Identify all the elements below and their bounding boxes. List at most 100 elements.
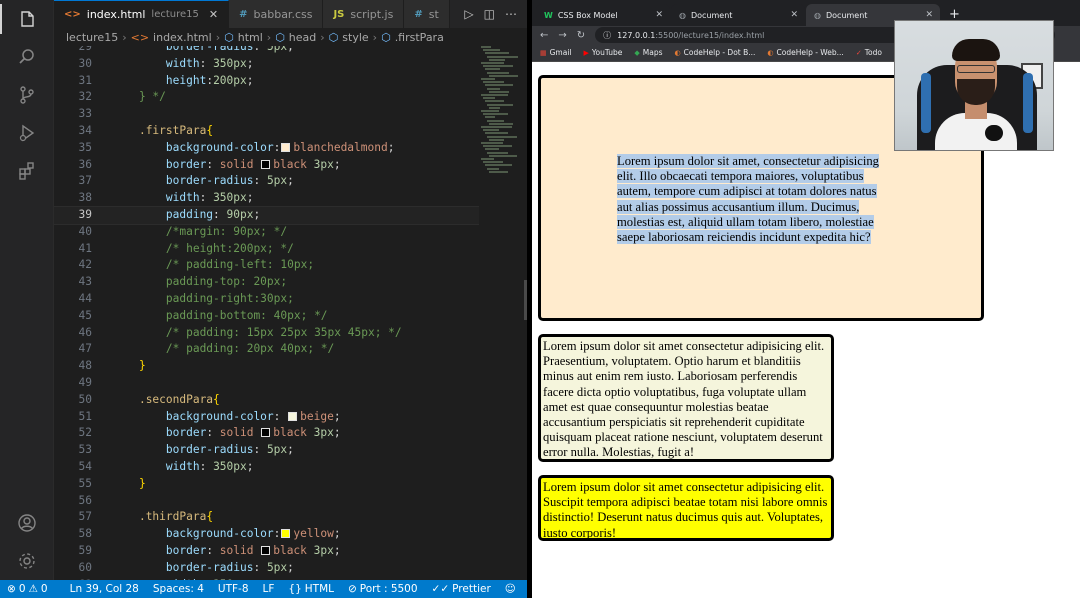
code-line[interactable]: 29 border-radius: 5px; <box>54 46 479 56</box>
code-line[interactable]: 50 .secondPara{ <box>54 392 479 409</box>
code-line[interactable]: 60 border-radius: 5px; <box>54 560 479 577</box>
code-line[interactable]: 42 /* padding-left: 10px; <box>54 257 479 274</box>
chevron-right-icon: › <box>215 30 221 44</box>
code-line[interactable]: 45 padding-bottom: 40px; */ <box>54 308 479 325</box>
line-number: 49 <box>78 376 92 389</box>
code-line[interactable]: 34 .firstPara{ <box>54 123 479 140</box>
code-line[interactable]: 35 background-color: blanchedalmond; <box>54 140 479 157</box>
bookmark-item[interactable]: ◐ CodeHelp - Web... <box>767 48 843 57</box>
minimap[interactable] <box>479 46 519 176</box>
editor-tab-1[interactable]: # babbar.css <box>229 0 324 28</box>
feedback-icon[interactable]: ☺ <box>498 583 523 595</box>
explorer-icon[interactable] <box>0 0 54 38</box>
line-text: .secondPara{ <box>138 392 220 406</box>
color-swatch[interactable] <box>281 529 291 539</box>
code-line[interactable]: 56 <box>54 493 479 510</box>
code-line[interactable]: 37 border-radius: 5px; <box>54 173 479 190</box>
info-icon: ⓘ <box>603 30 612 40</box>
editor-scrollbar[interactable] <box>524 280 527 320</box>
indentation-status[interactable]: Spaces: 4 <box>146 583 211 595</box>
code-line[interactable]: 54 width: 350px; <box>54 459 479 476</box>
code-line[interactable]: 58 background-color: yellow; <box>54 526 479 543</box>
editor-tab-3[interactable]: # st <box>404 0 450 28</box>
account-icon[interactable] <box>0 504 54 542</box>
code-line[interactable]: 47 /* padding: 20px 40px; */ <box>54 341 479 358</box>
eol-status[interactable]: LF <box>256 583 282 595</box>
code-line[interactable]: 49 <box>54 375 479 392</box>
line-number: 33 <box>78 107 92 121</box>
editor-tab-2[interactable]: JS script.js <box>323 0 405 28</box>
color-swatch[interactable] <box>261 159 271 169</box>
search-icon[interactable] <box>0 38 54 76</box>
bookmark-item[interactable]: ▶ YouTube <box>584 48 623 57</box>
color-swatch[interactable] <box>261 428 271 438</box>
code-line[interactable]: 41 /* height:200px; */ <box>54 241 479 258</box>
browser-tab-1[interactable]: ◍ Document ✕ <box>671 4 805 26</box>
breadcrumb-item[interactable]: head <box>289 31 316 44</box>
prettier-status[interactable]: ✓✓ Prettier <box>425 583 498 595</box>
editor-tab-0[interactable]: <> index.html lecture15 ✕ <box>54 0 230 28</box>
encoding-status[interactable]: UTF-8 <box>211 583 256 595</box>
breadcrumb-item[interactable]: lecture15 <box>66 31 118 44</box>
code-line[interactable]: 31 height:200px; <box>54 73 479 90</box>
run-debug-icon[interactable] <box>0 114 54 152</box>
close-icon[interactable]: ✕ <box>655 10 663 20</box>
chevron-right-icon: › <box>372 30 378 44</box>
bookmark-item[interactable]: ◐ CodeHelp - Dot B... <box>675 48 756 57</box>
line-text: height:200px; <box>165 73 254 87</box>
problems-status[interactable]: ⊗ 0 ⚠ 0 <box>0 583 55 595</box>
favicon-icon: W <box>544 10 553 20</box>
forward-arrow-icon[interactable]: → <box>558 30 566 41</box>
code-line[interactable]: 32 } */ <box>54 89 479 106</box>
code-line[interactable]: 39 padding: 90px; <box>54 206 479 225</box>
reload-icon[interactable]: ↻ <box>577 30 585 41</box>
cursor-position[interactable]: Ln 39, Col 28 <box>63 583 146 595</box>
code-line[interactable]: 36 border: solid black 3px; <box>54 157 479 174</box>
code-line[interactable]: 53 border-radius: 5px; <box>54 442 479 459</box>
more-icon[interactable]: ⋯ <box>505 7 517 21</box>
notifications-bell-icon[interactable]: 🔔︎ <box>523 583 527 596</box>
code-line[interactable]: 51 background-color: beige; <box>54 409 479 426</box>
code-line[interactable]: 46 /* padding: 15px 25px 35px 45px; */ <box>54 325 479 342</box>
code-line[interactable]: 43 padding-top: 20px; <box>54 274 479 291</box>
line-text: } <box>138 476 146 490</box>
code-line[interactable]: 33 <box>54 106 479 123</box>
code-area[interactable]: 29 border-radius: 5px; 30 width: 350px; 31… <box>54 46 479 580</box>
code-line[interactable]: 52 border: solid black 3px; <box>54 425 479 442</box>
close-icon[interactable]: ✕ <box>925 10 933 20</box>
language-mode[interactable]: {} HTML <box>281 583 341 595</box>
color-swatch[interactable] <box>261 546 271 555</box>
breadcrumb-item[interactable]: style <box>342 31 368 44</box>
code-line[interactable]: 57 .thirdPara{ <box>54 509 479 526</box>
code-line[interactable]: 30 width: 350px; <box>54 56 479 73</box>
source-control-icon[interactable] <box>0 76 54 114</box>
editor-tab-label: script.js <box>350 7 394 21</box>
code-line[interactable]: 48 } <box>54 358 479 375</box>
play-icon[interactable]: ▷ <box>464 7 473 21</box>
live-server-port[interactable]: ⊘ Port : 5500 <box>341 583 425 595</box>
browser-tab-0[interactable]: W CSS Box Model ✕ <box>536 4 670 26</box>
double-check-icon: ✓✓ <box>431 583 450 595</box>
breadcrumb-item[interactable]: .firstPara <box>395 31 444 44</box>
code-line[interactable]: 55 } <box>54 476 479 493</box>
bookmark-item[interactable]: ▦ Gmail <box>540 48 572 57</box>
breadcrumb-item[interactable]: html <box>238 31 263 44</box>
code-line[interactable]: 44 padding-right:30px; <box>54 291 479 308</box>
color-swatch[interactable] <box>288 411 298 421</box>
bookmark-item[interactable]: ✓ Todo <box>856 48 882 57</box>
close-icon[interactable]: ✕ <box>209 8 218 21</box>
back-arrow-icon[interactable]: ← <box>540 30 548 41</box>
extensions-icon[interactable] <box>0 152 54 190</box>
code-line[interactable]: 40 /*margin: 90px; */ <box>54 224 479 241</box>
minimap-line <box>485 52 509 55</box>
code-line[interactable]: 38 width: 350px; <box>54 190 479 207</box>
breadcrumb-item[interactable]: index.html <box>153 31 212 44</box>
close-icon[interactable]: ✕ <box>790 10 798 20</box>
split-editor-icon[interactable]: ◫ <box>484 7 495 21</box>
color-swatch[interactable] <box>281 142 291 152</box>
line-text: border-radius: 5px; <box>165 560 294 574</box>
settings-gear-icon[interactable] <box>0 542 54 580</box>
bookmark-item[interactable]: ◆ Maps <box>634 48 662 57</box>
code-line[interactable]: 59 border: solid black 3px; <box>54 543 479 560</box>
line-number: 45 <box>78 308 92 322</box>
